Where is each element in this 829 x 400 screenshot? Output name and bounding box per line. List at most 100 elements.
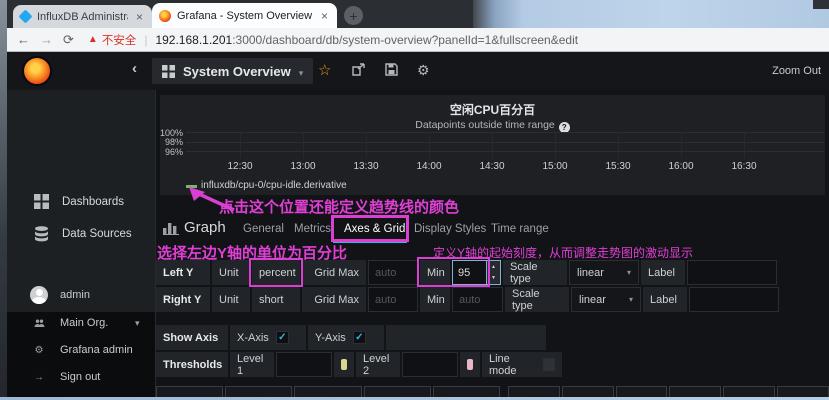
panel-subtitle: Datapoints outside time range? [160, 119, 825, 133]
chevron-down-icon: ▾ [299, 68, 304, 79]
grid-max-input[interactable] [369, 288, 417, 311]
panel-title[interactable]: 空闲CPU百分百 [160, 101, 825, 118]
gridline-h [186, 151, 824, 152]
scale-type-select[interactable]: linear▾ [571, 287, 641, 312]
scale-type-select[interactable]: linear▾ [569, 260, 639, 285]
x-tick: 15:30 [598, 161, 638, 172]
label-input[interactable] [688, 261, 776, 284]
label-input-wrap [687, 260, 777, 285]
x-tick: 13:30 [346, 161, 386, 172]
show-axis-label: Show Axis [156, 325, 228, 350]
scale-value: linear [577, 267, 604, 279]
sidebar-item-org[interactable]: Main Org. ▾ [7, 314, 155, 332]
star-dashboard-icon[interactable]: ☆ [318, 61, 331, 79]
sidebar-item-profile[interactable]: admin [7, 286, 155, 304]
new-tab-button[interactable]: + [344, 6, 363, 25]
tab-display-styles[interactable]: Display Styles [414, 223, 486, 235]
bar-chart-icon [163, 222, 179, 235]
unit-select[interactable]: short [252, 287, 300, 312]
level1-input[interactable] [277, 353, 331, 376]
grafana-logo-icon[interactable] [22, 56, 52, 86]
screen: InfluxDB Administration × Grafana - Syst… [0, 0, 829, 400]
browser-tab-influxdb[interactable]: InfluxDB Administration × [13, 5, 152, 28]
tab-metrics[interactable]: Metrics [294, 223, 331, 235]
forward-icon[interactable]: → [40, 32, 53, 47]
url-path: :3000/dashboard/db/system-overview?panel… [232, 33, 578, 47]
grid-max-input-wrap [368, 260, 418, 285]
url-field[interactable]: 192.168.1.201:3000/dashboard/db/system-o… [155, 33, 578, 47]
tab-title: InfluxDB Administration [37, 11, 128, 23]
level2-color-swatch[interactable] [467, 359, 473, 370]
level1-input-wrap [276, 352, 332, 377]
grid-max-input-wrap [368, 287, 418, 312]
gear-icon: ⚙ [30, 341, 48, 359]
influxdb-favicon-icon [18, 9, 32, 23]
show-axis-row: Show Axis X-Axis ✓ Y-Axis✓ [156, 325, 562, 350]
min-label: Min [420, 287, 450, 312]
sidebar-item-sign-out[interactable]: → Sign out [7, 368, 155, 386]
avatar [30, 286, 48, 304]
save-dashboard-icon[interactable] [385, 63, 398, 76]
x-tick: 16:30 [724, 161, 764, 172]
level2-input[interactable] [403, 353, 457, 376]
right-y-row: Right Y Unit short Grid Max Min Scale ty… [156, 287, 779, 312]
label-input[interactable] [690, 288, 778, 311]
y-axis-toggle[interactable]: Y-Axis✓ [308, 325, 384, 350]
tab-time-range[interactable]: Time range [491, 223, 549, 235]
gridline-v [618, 132, 619, 158]
axis-options-form: Show Axis X-Axis ✓ Y-Axis✓ Thresholds Lev… [156, 325, 562, 377]
x-axis-checkbox[interactable]: ✓ [276, 331, 289, 344]
grafana-topnav: ‹ System Overview ▾ ☆ ⚙ Zoom Out [7, 52, 829, 90]
x-tick: 14:30 [472, 161, 512, 172]
tab-title: Grafana - System Overview [177, 10, 313, 22]
level2-input-wrap [402, 352, 458, 377]
y-axis-checkbox[interactable]: ✓ [353, 331, 366, 344]
grid-max-input[interactable] [369, 261, 417, 284]
zoom-out-button[interactable]: Zoom Out [772, 65, 821, 77]
level1-color-swatch[interactable] [341, 359, 347, 370]
dashboard-title-dropdown[interactable]: System Overview ▾ [152, 58, 313, 84]
reload-icon[interactable]: ⟳ [63, 32, 74, 48]
close-tab-icon[interactable]: × [319, 9, 330, 23]
sidebar-item-data-sources[interactable]: Data Sources [7, 226, 155, 242]
tab-general[interactable]: General [243, 223, 284, 235]
gridline-v [744, 132, 745, 158]
back-icon[interactable]: ← [17, 32, 30, 47]
dashboards-grid-icon [34, 194, 49, 209]
grafana-favicon-icon [159, 10, 171, 22]
security-warning-label[interactable]: 不安全 [102, 32, 137, 48]
unit-label: Unit [212, 287, 250, 312]
url-host: 192.168.1.201 [155, 33, 232, 47]
x-axis-toggle[interactable]: X-Axis ✓ [230, 325, 306, 350]
chevron-down-icon: ▾ [629, 295, 633, 304]
y-tick: 96% [149, 147, 183, 157]
security-warning-icon[interactable]: ▲ [88, 34, 98, 45]
gridline-v [492, 132, 493, 158]
line-mode-checkbox[interactable] [543, 358, 555, 371]
browser-tab-grafana[interactable]: Grafana - System Overview × [152, 3, 337, 28]
collapse-sidebar-icon[interactable]: ‹ [132, 60, 137, 77]
thresholds-label: Thresholds [156, 352, 228, 377]
line-mode-toggle[interactable]: Line mode [482, 352, 562, 377]
gridline-h [186, 132, 824, 133]
share-dashboard-icon[interactable] [352, 63, 366, 76]
x-axis-label: X-Axis [237, 332, 269, 344]
sign-out-icon: → [30, 368, 48, 386]
gridline-v [240, 132, 241, 158]
level1-label: Level 1 [230, 352, 274, 377]
sidebar-item-grafana-admin[interactable]: ⚙ Grafana admin [7, 341, 155, 359]
row-title: Right Y [156, 287, 210, 312]
sidebar-item-dashboards[interactable]: Dashboards [7, 194, 155, 209]
sidebar-item-label: Dashboards [62, 196, 124, 208]
gridline-v [681, 132, 682, 158]
min-input[interactable] [453, 288, 502, 311]
database-icon [34, 226, 49, 242]
dashboard-settings-gear-icon[interactable]: ⚙ [417, 62, 430, 79]
close-tab-icon[interactable]: × [134, 10, 145, 24]
line-mode-label: Line mode [489, 353, 536, 377]
row-title: Left Y [156, 260, 210, 285]
scale-type-label: Scale type [503, 260, 567, 285]
profile-label: admin [60, 289, 90, 301]
label-label: Label [641, 260, 685, 285]
desktop-edge [0, 0, 7, 400]
